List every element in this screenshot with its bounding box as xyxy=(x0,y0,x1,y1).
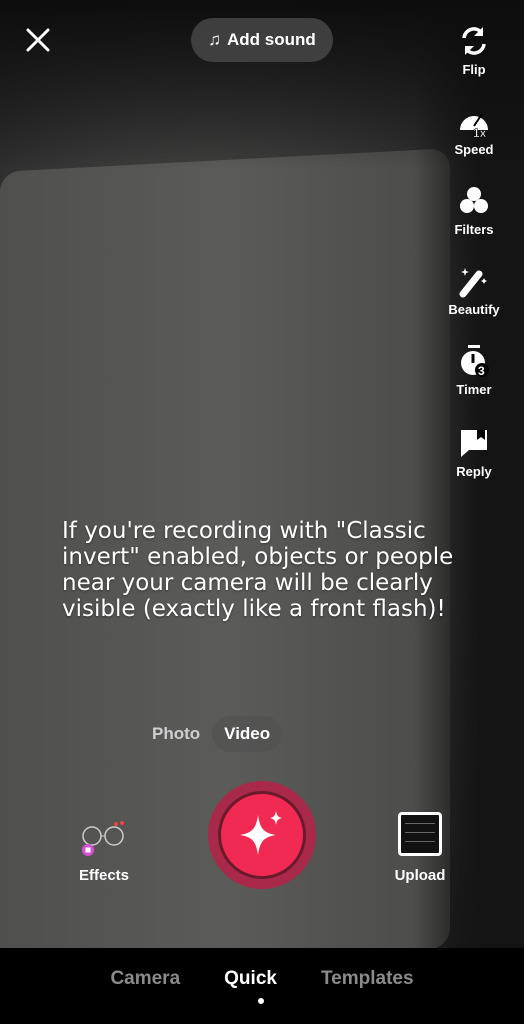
selected-tab-indicator xyxy=(258,998,264,1004)
tab-templates[interactable]: Templates xyxy=(321,968,414,1024)
add-sound-label: Add sound xyxy=(226,30,316,49)
timer-button[interactable]: 3 Timer xyxy=(424,344,524,397)
mode-video[interactable]: Video xyxy=(212,716,283,752)
timer-label: Timer xyxy=(456,382,492,397)
mode-selector[interactable]: Photo Video xyxy=(140,716,283,752)
close-icon[interactable] xyxy=(24,26,52,54)
filters-icon xyxy=(460,187,488,213)
add-sound-button[interactable]: ♫ Add sound xyxy=(191,18,333,62)
beautify-button[interactable]: Beautify xyxy=(424,264,524,317)
filters-label: Filters xyxy=(454,222,494,237)
reply-button[interactable]: Reply xyxy=(424,426,524,479)
music-note-icon: ♫ xyxy=(208,30,221,49)
overlay-hint-text: If you're recording with "Classic invert… xyxy=(62,518,454,622)
beautify-label: Beautify xyxy=(448,302,500,317)
sparkle-icon xyxy=(240,811,282,855)
record-button[interactable] xyxy=(208,781,316,889)
timer-icon: 3 xyxy=(461,345,489,378)
speed-icon: 1x xyxy=(460,113,488,138)
tab-quick[interactable]: Quick xyxy=(224,968,277,1024)
beautify-icon xyxy=(459,268,487,298)
svg-text:3: 3 xyxy=(478,364,485,378)
upload-label: Upload xyxy=(394,867,446,884)
svg-text:1x: 1x xyxy=(473,126,487,138)
reply-icon xyxy=(461,430,487,457)
reply-label: Reply xyxy=(456,464,492,479)
effects-label: Effects xyxy=(78,867,130,884)
flip-button[interactable]: Flip xyxy=(424,24,524,77)
tab-camera[interactable]: Camera xyxy=(110,968,180,1024)
flip-icon xyxy=(462,27,486,55)
bottom-nav: Camera Quick Templates xyxy=(0,948,524,1024)
speed-button[interactable]: 1x Speed xyxy=(424,104,524,157)
speed-label: Speed xyxy=(454,142,494,157)
upload-thumbnail[interactable] xyxy=(398,812,442,856)
flip-label: Flip xyxy=(462,62,486,77)
effects-icon xyxy=(82,821,124,856)
filters-button[interactable]: Filters xyxy=(424,184,524,237)
mode-photo[interactable]: Photo xyxy=(140,716,212,752)
